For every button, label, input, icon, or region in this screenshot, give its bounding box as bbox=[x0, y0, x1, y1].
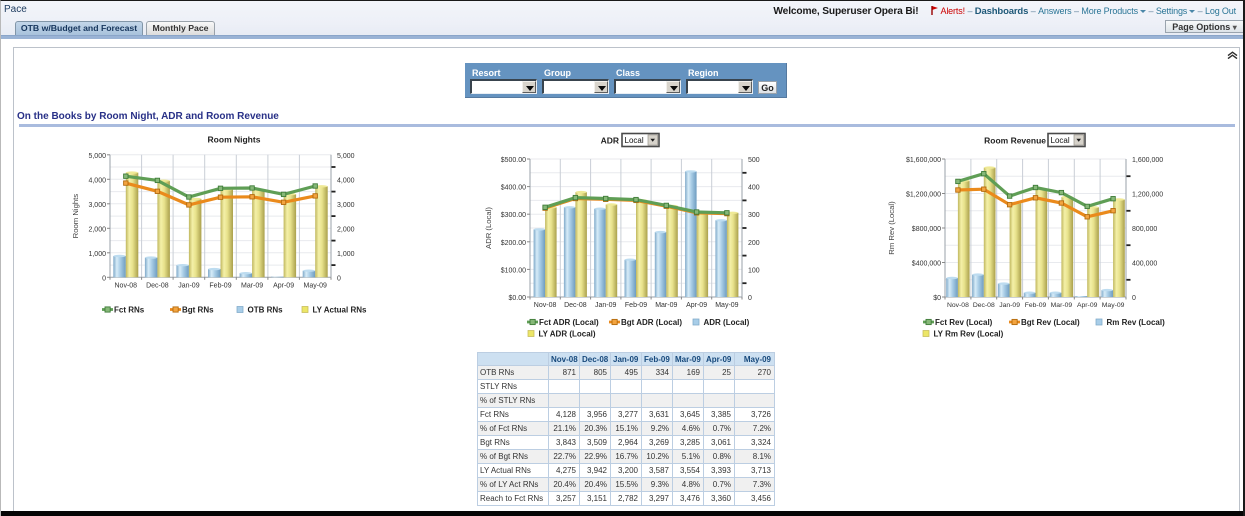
svg-text:$100.00: $100.00 bbox=[501, 267, 526, 274]
svg-text:Jan-09: Jan-09 bbox=[999, 302, 1020, 309]
svg-text:Room Revenue: Room Revenue bbox=[984, 136, 1046, 146]
svg-text:May-09: May-09 bbox=[715, 302, 738, 309]
svg-text:May-09: May-09 bbox=[304, 282, 327, 289]
svg-text:$200.00: $200.00 bbox=[501, 240, 526, 247]
svg-text:Local: Local bbox=[1051, 136, 1070, 145]
svg-text:400,000: 400,000 bbox=[1132, 261, 1157, 268]
svg-text:$300.00: $300.00 bbox=[501, 212, 526, 219]
svg-text:Rm Rev (Local): Rm Rev (Local) bbox=[1107, 318, 1166, 327]
svg-text:1,600,000: 1,600,000 bbox=[1132, 157, 1163, 164]
svg-text:$1,600,000: $1,600,000 bbox=[906, 157, 941, 164]
svg-text:1,000: 1,000 bbox=[88, 251, 106, 258]
svg-text:Fct RNs: Fct RNs bbox=[114, 306, 145, 315]
svg-text:0: 0 bbox=[102, 275, 106, 282]
svg-text:5,000: 5,000 bbox=[88, 153, 106, 160]
svg-text:Mar-09: Mar-09 bbox=[655, 302, 677, 309]
svg-text:Mar-09: Mar-09 bbox=[241, 282, 263, 289]
svg-text:4,000: 4,000 bbox=[337, 177, 355, 184]
svg-text:May-09: May-09 bbox=[1102, 302, 1125, 309]
svg-text:1,200,000: 1,200,000 bbox=[1132, 192, 1163, 199]
svg-text:1,000: 1,000 bbox=[337, 251, 355, 258]
svg-text:$0: $0 bbox=[933, 295, 941, 302]
svg-text:Nov-08: Nov-08 bbox=[947, 302, 969, 309]
svg-text:Feb-09: Feb-09 bbox=[1025, 302, 1047, 309]
svg-text:$800,000: $800,000 bbox=[912, 226, 941, 233]
svg-text:2,000: 2,000 bbox=[88, 226, 106, 233]
svg-text:Fct Rev (Local): Fct Rev (Local) bbox=[935, 318, 993, 327]
svg-text:$1,200,000: $1,200,000 bbox=[906, 192, 941, 199]
svg-text:Rm Rev (Local): Rm Rev (Local) bbox=[887, 201, 896, 255]
svg-text:200: 200 bbox=[748, 240, 760, 247]
svg-text:Dec-08: Dec-08 bbox=[973, 302, 995, 309]
svg-text:Nov-08: Nov-08 bbox=[115, 282, 138, 289]
svg-text:400: 400 bbox=[748, 185, 760, 192]
svg-text:Nov-08: Nov-08 bbox=[534, 302, 557, 309]
svg-text:Dec-08: Dec-08 bbox=[564, 302, 587, 309]
svg-text:OTB RNs: OTB RNs bbox=[248, 306, 284, 315]
svg-text:0: 0 bbox=[748, 295, 752, 302]
svg-text:Bgt ADR (Local): Bgt ADR (Local) bbox=[621, 318, 682, 327]
svg-text:Jan-09: Jan-09 bbox=[595, 302, 617, 309]
svg-text:ADR: ADR bbox=[601, 136, 619, 146]
svg-text:LY Actual RNs: LY Actual RNs bbox=[313, 306, 367, 315]
svg-text:0: 0 bbox=[337, 275, 341, 282]
svg-text:3,000: 3,000 bbox=[337, 202, 355, 209]
svg-text:$400.00: $400.00 bbox=[501, 185, 526, 192]
svg-text:0: 0 bbox=[1132, 295, 1136, 302]
svg-text:5,000: 5,000 bbox=[337, 153, 355, 160]
svg-text:Room Nights: Room Nights bbox=[71, 194, 80, 239]
svg-text:ADR (Local): ADR (Local) bbox=[484, 207, 493, 249]
svg-text:ADR (Local): ADR (Local) bbox=[704, 318, 750, 327]
svg-text:Apr-09: Apr-09 bbox=[273, 282, 294, 289]
svg-text:Feb-09: Feb-09 bbox=[625, 302, 647, 309]
svg-text:Room Nights: Room Nights bbox=[208, 135, 261, 145]
svg-text:Apr-09: Apr-09 bbox=[1077, 302, 1098, 309]
svg-text:Jan-09: Jan-09 bbox=[178, 282, 200, 289]
svg-text:Feb-09: Feb-09 bbox=[209, 282, 231, 289]
svg-text:100: 100 bbox=[748, 267, 760, 274]
svg-text:Bgt RNs: Bgt RNs bbox=[182, 306, 214, 315]
svg-text:800,000: 800,000 bbox=[1132, 226, 1157, 233]
svg-text:$500.00: $500.00 bbox=[501, 157, 526, 164]
svg-text:Apr-09: Apr-09 bbox=[686, 302, 707, 309]
svg-text:4,000: 4,000 bbox=[88, 177, 106, 184]
svg-text:LY ADR (Local): LY ADR (Local) bbox=[539, 330, 596, 339]
svg-text:500: 500 bbox=[748, 157, 760, 164]
svg-text:3,000: 3,000 bbox=[88, 202, 106, 209]
svg-text:Bgt Rev (Local): Bgt Rev (Local) bbox=[1021, 318, 1080, 327]
svg-text:Fct ADR (Local): Fct ADR (Local) bbox=[539, 318, 599, 327]
svg-text:Local: Local bbox=[625, 136, 644, 145]
svg-text:300: 300 bbox=[748, 212, 760, 219]
svg-text:2,000: 2,000 bbox=[337, 226, 355, 233]
svg-text:Mar-09: Mar-09 bbox=[1051, 302, 1073, 309]
svg-text:$0.00: $0.00 bbox=[508, 295, 526, 302]
svg-text:LY Rm Rev (Local): LY Rm Rev (Local) bbox=[934, 330, 1004, 339]
svg-text:Dec-08: Dec-08 bbox=[146, 282, 169, 289]
svg-text:$400,000: $400,000 bbox=[912, 261, 941, 268]
